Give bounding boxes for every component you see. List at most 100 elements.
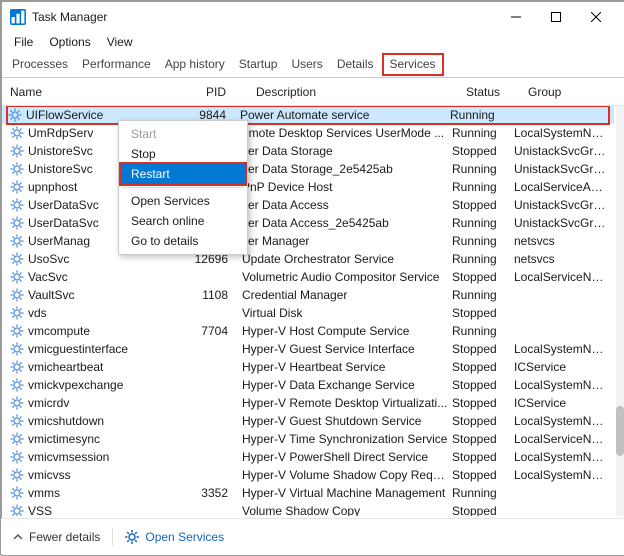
context-menu-open-services[interactable]: Open Services [121,191,245,211]
context-menu-stop[interactable]: Stop [121,144,245,164]
menubar: File Options View [2,32,624,52]
service-pid: 7704 [192,324,242,338]
chevron-up-icon [13,532,23,542]
gear-icon [10,342,24,356]
service-name: vmicheartbeat [28,360,103,374]
service-row[interactable]: vmickvpexchangeHyper-V Data Exchange Ser… [2,376,614,394]
gear-icon [10,234,24,248]
service-description: Hyper-V Remote Desktop Virtualizati... [242,396,452,410]
col-header-description[interactable]: Description [256,85,466,99]
service-status: Running [450,108,512,122]
service-description: Update Orchestrator Service [242,252,452,266]
service-row[interactable]: vmms3352Hyper-V Virtual Machine Manageme… [2,484,614,502]
service-description: Hyper-V Guest Service Interface [242,342,452,356]
service-status: Running [452,324,514,338]
service-name: UserDataSvc [28,216,99,230]
service-description: Hyper-V Time Synchronization Service [242,432,452,446]
col-header-name[interactable]: Name [10,85,206,99]
service-group: LocalSystemNe... [514,378,610,392]
window-title: Task Manager [32,10,107,24]
service-group: ICService [514,360,610,374]
menu-options[interactable]: Options [43,33,96,51]
service-name: UnistoreSvc [28,144,93,158]
service-row[interactable]: VaultSvc1108Credential ManagerRunning [2,286,614,304]
gear-icon [10,468,24,482]
service-row[interactable]: UnistoreSvcser Data Storage_2e5425abRunn… [2,160,614,178]
close-button[interactable] [576,2,616,32]
service-status: Stopped [452,468,514,482]
service-row[interactable]: vmicrdvHyper-V Remote Desktop Virtualiza… [2,394,614,412]
service-description: Hyper-V Volume Shadow Copy Reque... [242,468,452,482]
service-description: Hyper-V Data Exchange Service [242,378,452,392]
menu-file[interactable]: File [8,33,39,51]
service-list[interactable]: UIFlowService9844Power Automate serviceR… [2,106,624,516]
maximize-button[interactable] [536,2,576,32]
bottombar-separator [112,528,113,546]
service-group: LocalSystemNe... [514,450,610,464]
service-group: LocalSystemNe... [514,126,610,140]
service-name: upnphost [28,180,77,194]
service-row[interactable]: UserDataSvcser Data AccessStoppedUnistac… [2,196,614,214]
service-row[interactable]: UserDataSvcser Data Access_2e5425abRunni… [2,214,614,232]
tab-services[interactable]: Services [382,53,444,76]
minimize-button[interactable] [496,2,536,32]
service-group: netsvcs [514,252,610,266]
gear-icon [10,396,24,410]
tab-users[interactable]: Users [285,53,328,76]
service-name: vmicvss [28,468,71,482]
gear-icon [10,270,24,284]
gear-icon [10,198,24,212]
service-row[interactable]: UserManagser ManagerRunningnetsvcs [2,232,614,250]
vertical-scrollbar[interactable] [616,106,624,516]
service-description: Volume Shadow Copy [242,504,452,516]
service-description: ser Data Storage [242,144,452,158]
service-row[interactable]: UsoSvc12696Update Orchestrator ServiceRu… [2,250,614,268]
service-name: UserManag [28,234,90,248]
service-row[interactable]: upnphostPnP Device HostRunningLocalServi… [2,178,614,196]
service-status: Stopped [452,360,514,374]
service-row[interactable]: vmicheartbeatHyper-V Heartbeat ServiceSt… [2,358,614,376]
menu-view[interactable]: View [101,33,139,51]
context-menu-search-online[interactable]: Search online [121,211,245,231]
context-menu-start[interactable]: Start [121,124,245,144]
service-row[interactable]: vmictimesyncHyper-V Time Synchronization… [2,430,614,448]
service-status: Stopped [452,432,514,446]
service-row[interactable]: vmcompute7704Hyper-V Host Compute Servic… [2,322,614,340]
service-status: Stopped [452,198,514,212]
tab-startup[interactable]: Startup [233,53,284,76]
service-row[interactable]: UnistoreSvcser Data StorageStoppedUnista… [2,142,614,160]
gear-icon [10,126,24,140]
service-description: ser Data Access_2e5425ab [242,216,452,230]
fewer-details-button[interactable]: Fewer details [13,530,100,544]
tabbar: Processes Performance App history Startu… [2,52,624,78]
service-row[interactable]: UIFlowService9844Power Automate serviceR… [2,106,614,124]
service-group: LocalServiceNe... [514,432,610,446]
service-name: UmRdpServ [28,126,93,140]
col-header-status[interactable]: Status [466,85,528,99]
service-row[interactable]: vmicvss Hyper-V Volume Shadow Copy Reque.… [2,466,614,484]
service-description: PnP Device Host [242,180,452,194]
service-row[interactable]: VSSVolume Shadow CopyStopped [2,502,614,516]
col-header-pid[interactable]: PID [206,85,256,99]
service-row[interactable]: vmicshutdownHyper-V Guest Shutdown Servi… [2,412,614,430]
tab-performance[interactable]: Performance [76,53,157,76]
gear-icon [10,378,24,392]
service-row[interactable]: VacSvcVolumetric Audio Compositor Servic… [2,268,614,286]
service-row[interactable]: UmRdpServemote Desktop Services UserMode… [2,124,614,142]
service-row[interactable]: vmicvmsessionHyper-V PowerShell Direct S… [2,448,614,466]
tab-processes[interactable]: Processes [6,53,74,76]
service-group: ICService [514,396,610,410]
service-group: LocalSystemNe... [514,414,610,428]
gear-icon [10,486,24,500]
context-menu-restart[interactable]: Restart [121,164,245,184]
tab-details[interactable]: Details [331,53,380,76]
context-menu-go-to-details[interactable]: Go to details [121,231,245,251]
tab-app-history[interactable]: App history [159,53,231,76]
col-header-group[interactable]: Group [528,85,620,99]
service-row[interactable]: vdsVirtual DiskStopped [2,304,614,322]
open-services-button[interactable]: Open Services [125,530,224,544]
service-description: Credential Manager [242,288,452,302]
service-row[interactable]: vmicguestinterfaceHyper-V Guest Service … [2,340,614,358]
scroll-thumb[interactable] [616,406,624,456]
gear-icon [10,504,24,516]
